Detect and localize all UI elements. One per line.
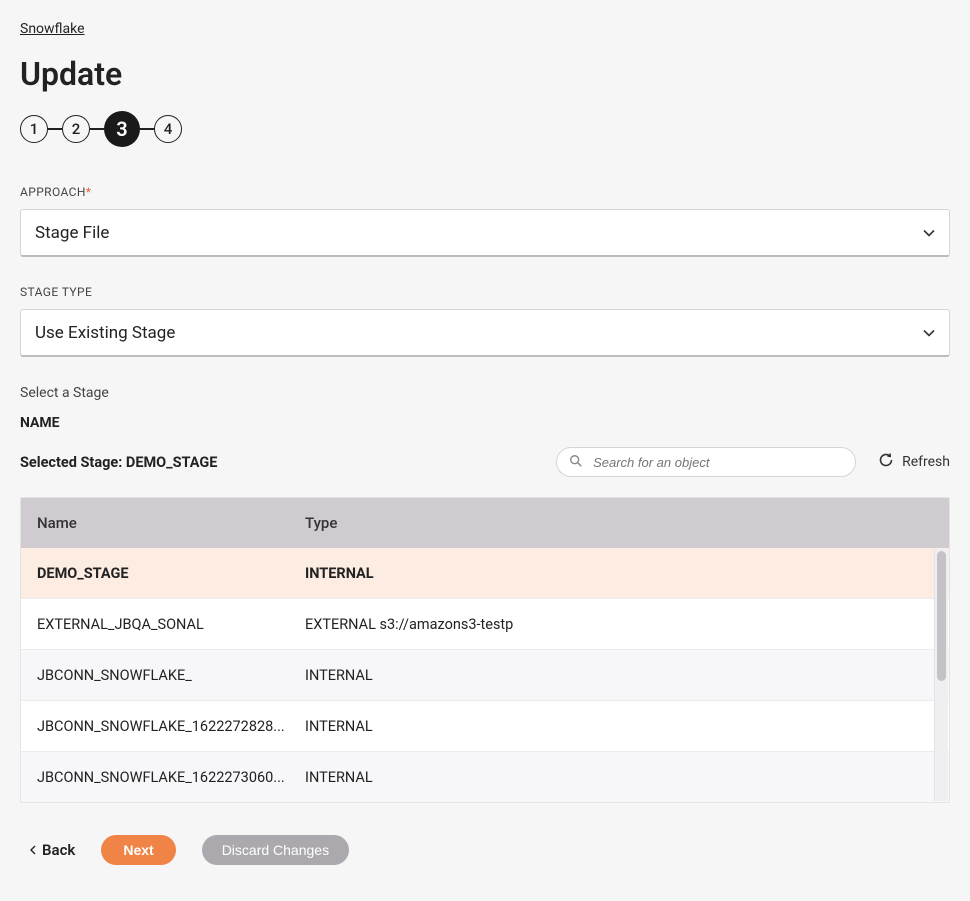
scrollbar-thumb[interactable] [937, 551, 946, 681]
page-title: Update [20, 55, 950, 93]
cell-name: DEMO_STAGE [37, 565, 305, 582]
chevron-left-icon [30, 841, 36, 859]
table-header: Name Type [21, 498, 949, 548]
search-input[interactable] [593, 455, 843, 470]
scrollbar-track[interactable] [934, 549, 948, 801]
discard-button[interactable]: Discard Changes [202, 835, 349, 865]
approach-value: Stage File [35, 223, 109, 243]
selected-stage-value: DEMO_STAGE [126, 454, 218, 471]
toolbar-right: Refresh [556, 447, 950, 477]
table-body: DEMO_STAGE INTERNAL EXTERNAL_JBQA_SONAL … [21, 548, 949, 802]
cell-type: EXTERNAL s3://amazons3-testp [305, 616, 933, 633]
col-header-name[interactable]: Name [37, 514, 305, 532]
col-header-type[interactable]: Type [305, 514, 933, 532]
approach-label-text: APPROACH [20, 185, 86, 199]
cell-type: INTERNAL [305, 565, 933, 582]
cell-type: INTERNAL [305, 769, 933, 786]
chevron-down-icon [923, 227, 935, 239]
back-button[interactable]: Back [30, 841, 75, 859]
table-row[interactable]: JBCONN_SNOWFLAKE_ INTERNAL [21, 650, 949, 701]
step-connector [48, 128, 62, 130]
name-heading: NAME [20, 415, 950, 431]
search-icon [569, 453, 583, 472]
step-connector [90, 128, 104, 130]
stage-type-field: STAGE TYPE Use Existing Stage [20, 285, 950, 357]
stage-type-select[interactable]: Use Existing Stage [20, 309, 950, 357]
approach-field: APPROACH* Stage File [20, 185, 950, 257]
cell-name: JBCONN_SNOWFLAKE_ [37, 667, 305, 684]
cell-name: JBCONN_SNOWFLAKE_1622273060... [37, 769, 305, 786]
refresh-icon [878, 452, 894, 472]
approach-label: APPROACH* [20, 185, 950, 199]
step-1[interactable]: 1 [20, 115, 48, 143]
table-row[interactable]: JBCONN_SNOWFLAKE_1622272828... INTERNAL [21, 701, 949, 752]
stage-type-label: STAGE TYPE [20, 285, 950, 299]
select-stage-label: Select a Stage [20, 385, 950, 401]
stage-table: Name Type DEMO_STAGE INTERNAL EXTERNAL_J… [20, 497, 950, 803]
stepper: 1 2 3 4 [20, 111, 950, 147]
cell-type: INTERNAL [305, 718, 933, 735]
refresh-button[interactable]: Refresh [878, 452, 950, 472]
stage-type-value: Use Existing Stage [35, 323, 175, 343]
cell-name: EXTERNAL_JBQA_SONAL [37, 616, 305, 633]
table-row[interactable]: DEMO_STAGE INTERNAL [21, 548, 949, 599]
step-connector [140, 128, 154, 130]
table-row[interactable]: EXTERNAL_JBQA_SONAL EXTERNAL s3://amazon… [21, 599, 949, 650]
back-label: Back [42, 841, 75, 859]
next-button[interactable]: Next [101, 835, 175, 865]
table-row[interactable]: JBCONN_SNOWFLAKE_1622273060... INTERNAL [21, 752, 949, 802]
cell-type: INTERNAL [305, 667, 933, 684]
approach-select[interactable]: Stage File [20, 209, 950, 257]
required-marker: * [86, 185, 92, 199]
refresh-label: Refresh [902, 454, 950, 470]
cell-name: JBCONN_SNOWFLAKE_1622272828... [37, 718, 305, 735]
selected-stage-prefix: Selected Stage: [20, 454, 126, 471]
selected-stage: Selected Stage: DEMO_STAGE [20, 454, 217, 471]
search-box[interactable] [556, 447, 856, 477]
chevron-down-icon [923, 327, 935, 339]
step-2[interactable]: 2 [62, 115, 90, 143]
step-3[interactable]: 3 [104, 111, 140, 147]
breadcrumb-link[interactable]: Snowflake [20, 21, 85, 37]
footer-actions: Back Next Discard Changes [20, 835, 950, 865]
step-4[interactable]: 4 [154, 115, 182, 143]
stage-toolbar: Selected Stage: DEMO_STAGE Refresh [20, 447, 950, 477]
